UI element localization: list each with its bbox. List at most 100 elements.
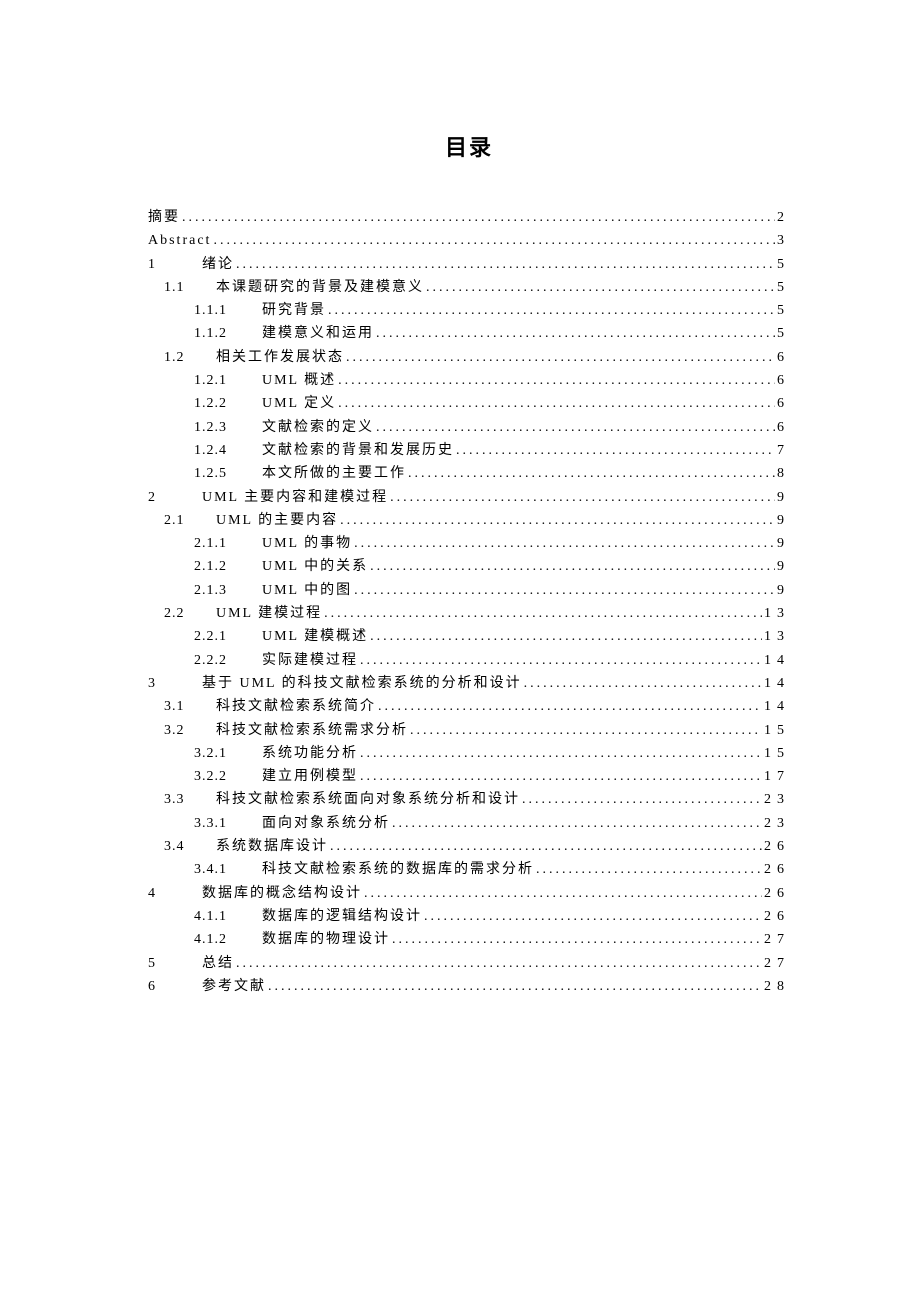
toc-entry: 3.1科技文献检索系统简介14: [148, 695, 790, 718]
toc-entry-text: 科技文献检索系统需求分析: [216, 719, 408, 742]
toc-entry-number: 1: [148, 253, 202, 276]
toc-dot-leader: [234, 253, 775, 276]
toc-entry-text: 科技文献检索系统简介: [216, 695, 376, 718]
toc-entry: 3.3科技文献检索系统面向对象系统分析和设计23: [148, 788, 790, 811]
toc-entry-number: 3.4.1: [194, 858, 262, 881]
toc-dot-leader: [390, 812, 762, 835]
toc-entry: 2.1.1UML 的事物 9: [148, 532, 790, 555]
toc-entry-number: 2.2: [164, 602, 216, 625]
toc-entry: 1.2.1UML 概述6: [148, 369, 790, 392]
toc-entry-text: 相关工作发展状态: [216, 346, 344, 369]
toc-dot-leader: [390, 928, 762, 951]
toc-entry-page: 9: [775, 579, 790, 602]
toc-entry-page: 27: [762, 952, 790, 975]
toc-entry-number: 1.1.1: [194, 299, 262, 322]
toc-entry: 1.2.3文献检索的定义6: [148, 416, 790, 439]
toc-dot-leader: [234, 952, 762, 975]
toc-entry-text: UML 概述: [262, 369, 336, 392]
toc-entry: 摘要2: [148, 206, 790, 229]
toc-entry-number: 3.2.1: [194, 742, 262, 765]
toc-entry-page: 14: [762, 695, 790, 718]
toc-entry-text: 系统功能分析: [262, 742, 358, 765]
toc-entry-text: 实际建模过程: [262, 649, 358, 672]
toc-entry: 2.2UML 建模过程13: [148, 602, 790, 625]
toc-entry-number: 1.2.1: [194, 369, 262, 392]
toc-entry-number: 1.1.2: [194, 322, 262, 345]
toc-entry-text: 建立用例模型: [262, 765, 358, 788]
toc-entry: Abstract3: [148, 229, 790, 252]
toc-entry-number: 4: [148, 882, 202, 905]
toc-entry-page: 14: [762, 672, 790, 695]
toc-entry: 1.1.1研究背景 5: [148, 299, 790, 322]
toc-entry: 2.2.2实际建模过程14: [148, 649, 790, 672]
toc-entry-number: 2.2.2: [194, 649, 262, 672]
toc-dot-leader: [266, 975, 762, 998]
toc-entry: 4.1.1数据库的逻辑结构设计26: [148, 905, 790, 928]
toc-entry-text: UML 中的图: [262, 579, 352, 602]
toc-dot-leader: [454, 439, 775, 462]
toc-dot-leader: [352, 579, 775, 602]
toc-entry-page: 26: [762, 835, 790, 858]
toc-entry-text: 参考文献: [202, 975, 266, 998]
toc-dot-leader: [368, 555, 775, 578]
toc-entry-text: 文献检索的背景和发展历史: [262, 439, 454, 462]
toc-entry-text: UML 的主要内容: [216, 509, 338, 532]
toc-entry: 5总结 27: [148, 952, 790, 975]
toc-dot-leader: [424, 276, 775, 299]
toc-entry-page: 23: [762, 812, 790, 835]
toc-entry-page: 7: [775, 439, 790, 462]
toc-entry-number: 1.2.3: [194, 416, 262, 439]
toc-entry: 4.1.2数据库的物理设计27: [148, 928, 790, 951]
toc-entry: 1绪论5: [148, 253, 790, 276]
toc-entry: 1.2.5本文所做的主要工作8: [148, 462, 790, 485]
toc-dot-leader: [388, 486, 775, 509]
toc-entry-text: 研究背景: [262, 299, 326, 322]
toc-entry-number: 3.3.1: [194, 812, 262, 835]
toc-entry-text: 文献检索的定义: [262, 416, 374, 439]
toc-dot-leader: [522, 672, 762, 695]
toc-entry-number: 3.3: [164, 788, 216, 811]
toc-entry-page: 28: [762, 975, 790, 998]
toc-entry-text: 绪论: [202, 253, 234, 276]
toc-entry-number: 5: [148, 952, 202, 975]
toc-entry: 6参考文献28: [148, 975, 790, 998]
toc-entry-number: 2.1.2: [194, 555, 262, 578]
toc-entry: 3.2.2建立用例模型17: [148, 765, 790, 788]
toc-entry-page: 6: [775, 392, 790, 415]
toc-dot-leader: [358, 765, 762, 788]
table-of-contents: 摘要2Abstract31绪论51.1本课题研究的背景及建模意义51.1.1研究…: [148, 206, 790, 998]
toc-entry: 4数据库的概念结构设计26: [148, 882, 790, 905]
toc-entry-text: 总结: [202, 952, 234, 975]
toc-dot-leader: [326, 299, 775, 322]
toc-entry: 1.2相关工作发展状态6: [148, 346, 790, 369]
toc-entry: 1.2.4文献检索的背景和发展历史7: [148, 439, 790, 462]
toc-entry-page: 15: [762, 742, 790, 765]
toc-entry-text: 科技文献检索系统面向对象系统分析和设计: [216, 788, 520, 811]
toc-entry-page: 26: [762, 858, 790, 881]
toc-entry-page: 5: [775, 299, 790, 322]
toc-entry-text: UML 中的关系: [262, 555, 368, 578]
toc-entry-text: 基于 UML 的科技文献检索系统的分析和设计: [202, 672, 522, 695]
toc-entry-number: 2.1.3: [194, 579, 262, 602]
toc-entry: 3.2科技文献检索系统需求分析15: [148, 719, 790, 742]
toc-entry-text: UML 的事物: [262, 532, 352, 555]
toc-dot-leader: [328, 835, 762, 858]
toc-entry-number: 3: [148, 672, 202, 695]
toc-entry-text: Abstract: [148, 229, 211, 252]
toc-dot-leader: [422, 905, 762, 928]
toc-entry-number: 2.1.1: [194, 532, 262, 555]
toc-dot-leader: [338, 509, 775, 532]
toc-entry-number: 1.2.5: [194, 462, 262, 485]
toc-dot-leader: [322, 602, 762, 625]
toc-entry: 1.1.2建模意义和运用5: [148, 322, 790, 345]
toc-entry-number: 1.1: [164, 276, 216, 299]
toc-entry-text: UML 建模概述: [262, 625, 368, 648]
toc-dot-leader: [336, 392, 775, 415]
toc-entry: 2.1UML 的主要内容9: [148, 509, 790, 532]
toc-entry: 3.2.1系统功能分析 15: [148, 742, 790, 765]
toc-entry-text: UML 主要内容和建模过程: [202, 486, 388, 509]
toc-dot-leader: [374, 322, 775, 345]
toc-entry-text: 数据库的物理设计: [262, 928, 390, 951]
toc-entry-page: 26: [762, 882, 790, 905]
toc-entry-page: 9: [775, 532, 790, 555]
